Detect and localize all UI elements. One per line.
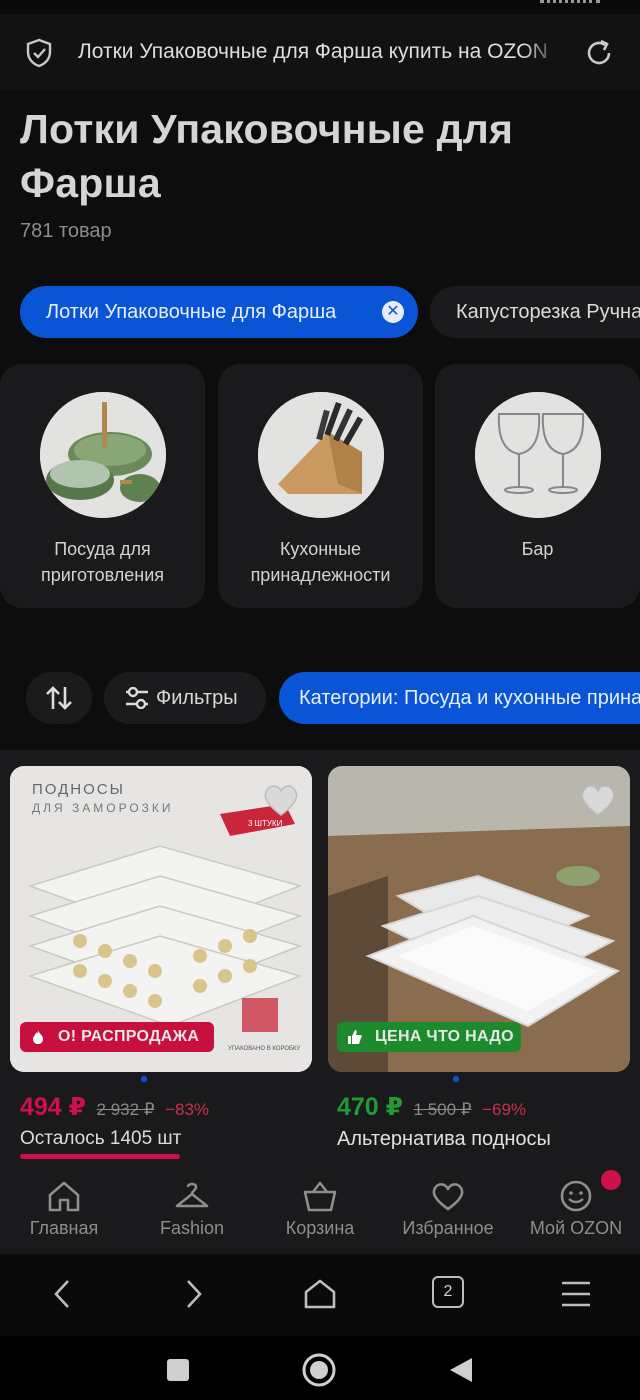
price: 470 ₽	[337, 1093, 404, 1121]
price-badge: ЦЕНА ЧТО НАДО	[337, 1022, 521, 1052]
price: 494 ₽	[20, 1093, 87, 1121]
chip-label: Лотки Упаковочные для Фарша	[46, 301, 337, 323]
old-price: 2 932 ₽	[96, 1100, 155, 1119]
product-title[interactable]: Альтернатива подносы	[337, 1128, 551, 1151]
product-count: 781 товар	[20, 220, 112, 242]
category-card-cookware[interactable]: Посуда для приготовления	[0, 364, 205, 608]
signal-icon	[540, 0, 600, 4]
nav-label: Fashion	[159, 1218, 225, 1238]
notification-badge	[601, 1170, 621, 1190]
chip-suggestion[interactable]: Капусторезка Ручная	[430, 286, 640, 338]
shield-check-icon[interactable]	[24, 38, 54, 68]
wine-glasses-image	[475, 392, 601, 518]
category-card-bar[interactable]: Бар	[435, 364, 640, 608]
nav-favorites[interactable]: Избранное	[384, 1162, 512, 1254]
heart-icon	[432, 1183, 464, 1211]
nav-fashion[interactable]: Fashion	[128, 1162, 256, 1254]
old-price: 1 500 ₽	[413, 1100, 472, 1119]
image-tag: 3 ШТУКИ	[248, 819, 283, 828]
url-bar[interactable]: Лотки Упаковочные для Фарша купить на OZ…	[0, 14, 640, 90]
cookware-image	[40, 392, 166, 518]
home-icon	[48, 1181, 80, 1212]
fire-icon	[33, 1030, 43, 1044]
filters-button[interactable]: Фильтры	[104, 672, 266, 724]
category-filter-chip[interactable]: Категории: Посуда и кухонные принадлежно…	[279, 672, 640, 724]
price-row: 470 ₽ 1 500 ₽ −69%	[337, 1092, 526, 1122]
profile-face-icon	[560, 1180, 592, 1212]
cart-icon	[303, 1181, 337, 1212]
category-card-utensils[interactable]: Кухонные принадлежности	[218, 364, 423, 608]
knife-block-image	[258, 392, 384, 518]
nav-label: Главная	[29, 1218, 99, 1238]
favorite-heart-icon[interactable]	[261, 780, 301, 820]
category-label: Кухонные принадлежности	[250, 539, 391, 585]
discount: −69%	[482, 1100, 527, 1119]
image-text: ПОДНОСЫ	[32, 781, 125, 798]
back-arrow-icon[interactable]	[46, 1276, 82, 1312]
badge-label: О! РАСПРОДАЖА	[58, 1028, 200, 1045]
nav-label: Избранное	[402, 1218, 494, 1238]
thumbs-up-icon	[348, 1030, 362, 1044]
home-circle-icon[interactable]	[302, 1353, 336, 1387]
filters-label: Фильтры	[156, 687, 238, 709]
stock-bar	[20, 1154, 180, 1159]
recent-apps-icon[interactable]	[166, 1358, 190, 1382]
category-label: Посуда для приготовления	[40, 539, 165, 585]
favorite-heart-icon[interactable]	[578, 780, 618, 820]
discount: −83%	[165, 1100, 210, 1119]
home-outline-icon[interactable]	[302, 1276, 338, 1312]
stock-text: Осталось 1405 шт	[20, 1128, 182, 1149]
price-row: 494 ₽ 2 932 ₽ −83%	[20, 1092, 209, 1122]
category-label: Бар	[521, 539, 554, 559]
sale-badge: О! РАСПРОДАЖА	[20, 1022, 214, 1052]
product-grid: ПОДНОСЫ ДЛЯ ЗАМОРОЗКИ 3 ШТУКИ УПАКОВАНО …	[0, 750, 640, 1162]
status-bar	[0, 0, 640, 14]
badge-label: ЦЕНА ЧТО НАДО	[375, 1028, 514, 1045]
page-title: Лотки Упаковочные для Фарша	[20, 106, 514, 206]
bottom-nav: Главная Fashion Корзина Избранное Мой OZ…	[0, 1162, 640, 1254]
forward-arrow-icon[interactable]	[174, 1276, 210, 1312]
nav-my-ozon[interactable]: Мой OZON	[512, 1162, 640, 1254]
nav-home[interactable]: Главная	[0, 1162, 128, 1254]
image-text: ДЛЯ ЗАМОРОЗКИ	[32, 801, 174, 815]
filter-sliders-icon	[126, 687, 148, 709]
browser-toolbar: 2	[0, 1254, 640, 1336]
nav-label: Мой OZON	[529, 1218, 623, 1238]
menu-icon[interactable]	[558, 1276, 594, 1312]
tabs-counter[interactable]: 2	[432, 1276, 464, 1308]
page-content: Лотки Упаковочные для Фарша 781 товар Ло…	[0, 90, 640, 1162]
chip-label: Капусторезка Ручная	[456, 301, 640, 323]
chip-active-query[interactable]: Лотки Упаковочные для Фарша ✕	[20, 286, 418, 338]
sort-button[interactable]	[26, 672, 92, 724]
page-url-title[interactable]: Лотки Упаковочные для Фарша купить на OZ…	[78, 38, 562, 66]
carousel-dot	[141, 1076, 147, 1082]
sort-arrows-icon	[46, 686, 72, 710]
nav-label: Корзина	[285, 1218, 355, 1238]
image-box-text: УПАКОВАНО В КОРОБКУ	[228, 1046, 300, 1052]
back-triangle-icon[interactable]	[448, 1356, 474, 1384]
carousel-dot	[453, 1076, 459, 1082]
hanger-icon	[175, 1182, 209, 1208]
system-nav-bar	[0, 1336, 640, 1400]
nav-cart[interactable]: Корзина	[256, 1162, 384, 1254]
reload-icon[interactable]	[582, 36, 616, 70]
close-icon[interactable]: ✕	[382, 301, 404, 323]
